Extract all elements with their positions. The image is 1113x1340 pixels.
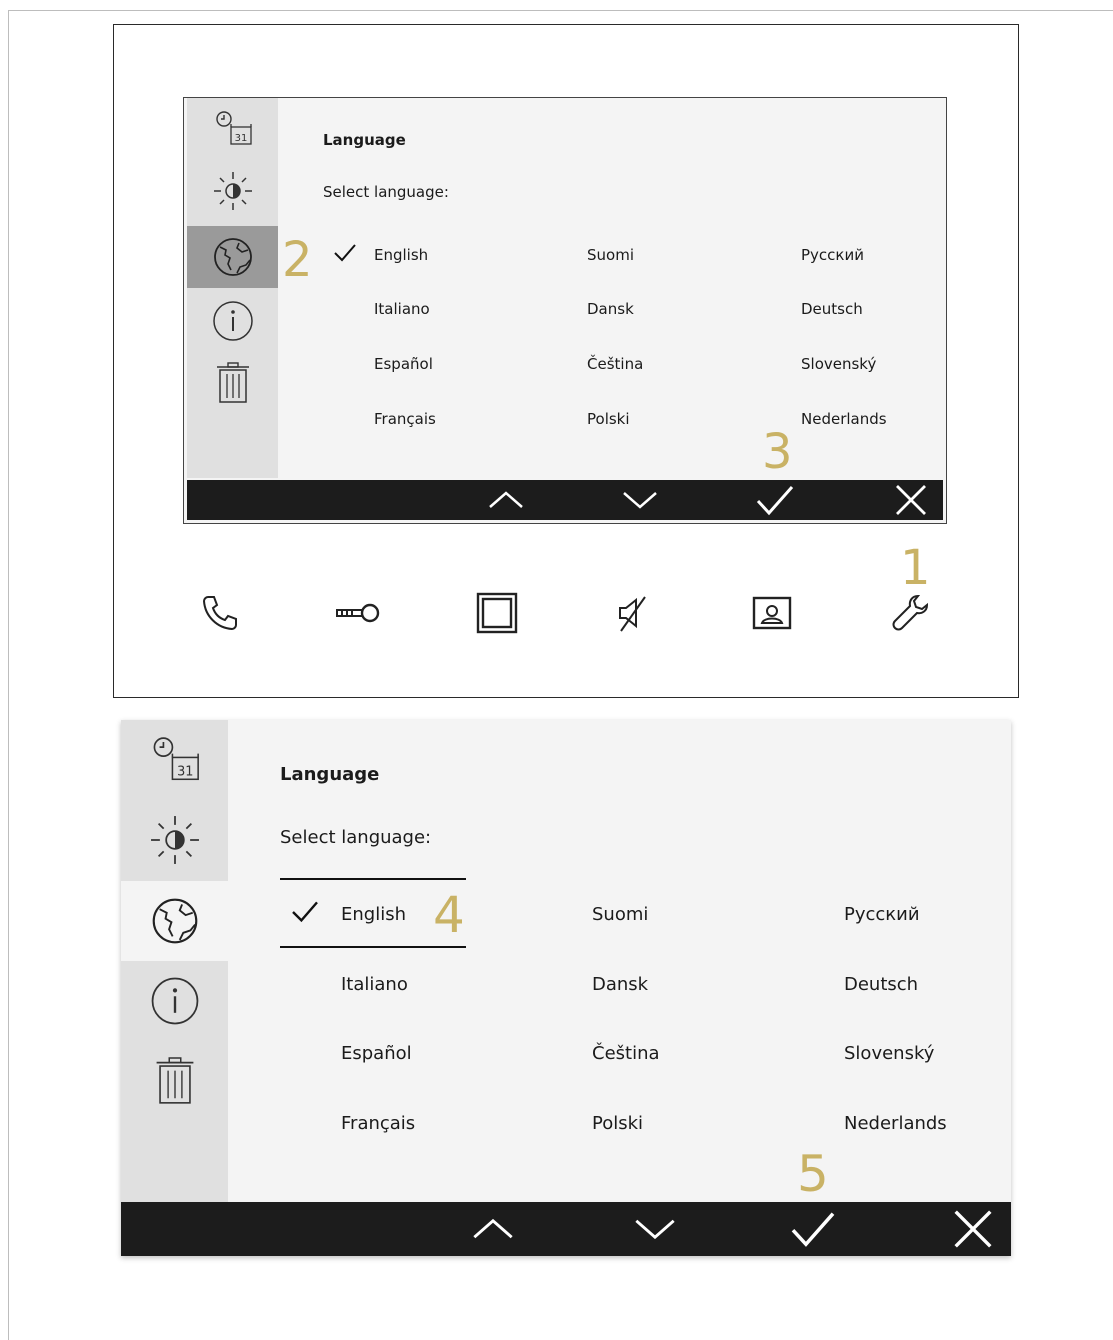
bottom-toolbar: [187, 480, 943, 520]
language-option-deutsch[interactable]: Deutsch: [801, 300, 863, 318]
bottom-toolbar-enlarged: [121, 1202, 1011, 1256]
call-button[interactable]: [195, 590, 245, 636]
mute-icon: [619, 596, 646, 632]
info-icon: [212, 301, 253, 341]
step-marker-1: 1: [900, 540, 931, 596]
confirm-check-icon: [791, 1212, 835, 1247]
close-icon: [954, 1210, 992, 1248]
phone-icon: [202, 596, 237, 631]
settings-sidebar-enlarged: 31: [121, 720, 228, 1202]
scroll-up-button[interactable]: [477, 480, 535, 520]
info-icon: [151, 977, 198, 1025]
language-option-italiano[interactable]: Italiano: [374, 300, 430, 318]
page-title: Language: [323, 131, 406, 149]
settings-sidebar: 31: [187, 98, 278, 478]
language-option-nederlands[interactable]: Nederlands: [801, 410, 887, 428]
language-option-dansk[interactable]: Dansk: [592, 974, 648, 995]
sidebar-item-info[interactable]: [187, 290, 278, 352]
step-marker-2: 2: [282, 232, 313, 288]
chevron-up-icon: [473, 1218, 513, 1239]
sidebar-item-date-time[interactable]: 31: [187, 98, 278, 160]
language-option-italiano[interactable]: Italiano: [341, 974, 408, 995]
language-option-nederlands[interactable]: Nederlands: [844, 1113, 947, 1134]
chevron-up-icon: [489, 491, 523, 508]
clock-calendar-icon: 31: [153, 737, 199, 781]
language-panel-enlarged: Language Select language: English Suomi …: [228, 720, 1011, 1202]
clock-calendar-icon: 31: [215, 111, 252, 145]
language-option-francais[interactable]: Français: [341, 1113, 415, 1134]
language-panel: Language Select language: English Suomi …: [278, 98, 946, 478]
trash-icon: [156, 1057, 193, 1104]
language-option-suomi[interactable]: Suomi: [587, 246, 634, 264]
enlarged-screen: 31 Language Select language: English Suo…: [121, 720, 1011, 1256]
calendar-day-text: 31: [177, 764, 193, 779]
sidebar-item-date-time[interactable]: 31: [121, 720, 228, 800]
trash-icon: [216, 362, 249, 403]
contact-button[interactable]: [747, 590, 797, 636]
settings-button[interactable]: [885, 590, 935, 636]
door-open-button[interactable]: [333, 590, 383, 636]
surveillance-button[interactable]: [472, 590, 522, 636]
sidebar-item-info[interactable]: [121, 961, 228, 1041]
language-option-espanol[interactable]: Español: [341, 1043, 412, 1064]
sidebar-item-brightness[interactable]: [121, 800, 228, 880]
language-option-russian[interactable]: Русский: [844, 904, 920, 925]
close-button[interactable]: [941, 1202, 1005, 1256]
language-option-deutsch[interactable]: Deutsch: [844, 974, 918, 995]
close-icon: [896, 485, 926, 515]
language-option-espanol[interactable]: Español: [374, 355, 433, 373]
language-option-cestina[interactable]: Čeština: [587, 355, 643, 373]
brightness-icon: [213, 172, 252, 210]
language-option-english[interactable]: English: [374, 246, 428, 264]
language-option-suomi[interactable]: Suomi: [592, 904, 648, 925]
scroll-down-button[interactable]: [623, 1202, 687, 1256]
language-option-polski[interactable]: Polski: [592, 1113, 643, 1134]
sidebar-item-language[interactable]: [121, 881, 228, 961]
mute-button[interactable]: [608, 590, 658, 636]
step-marker-5: 5: [797, 1145, 829, 1203]
calendar-day-text: 31: [234, 133, 247, 144]
confirm-check-icon: [756, 486, 794, 516]
sidebar-item-delete[interactable]: [121, 1041, 228, 1121]
step-marker-3: 3: [762, 424, 793, 480]
chevron-down-icon: [623, 492, 657, 509]
language-option-cestina[interactable]: Čeština: [592, 1043, 660, 1064]
confirm-button[interactable]: [746, 480, 804, 520]
language-option-russian[interactable]: Русский: [801, 246, 864, 264]
sidebar-item-language[interactable]: [187, 226, 278, 288]
globe-icon: [152, 898, 197, 944]
step-marker-4: 4: [433, 886, 465, 944]
language-option-dansk[interactable]: Dansk: [587, 300, 634, 318]
selected-check-icon: [334, 244, 356, 262]
key-icon: [336, 603, 380, 623]
globe-icon: [213, 238, 252, 276]
page-title: Language: [280, 764, 380, 785]
chevron-down-icon: [635, 1219, 675, 1240]
camera-contact-icon: [752, 596, 792, 630]
scroll-up-button[interactable]: [461, 1202, 525, 1256]
language-option-francais[interactable]: Français: [374, 410, 436, 428]
sidebar-item-delete[interactable]: [187, 352, 278, 414]
language-option-polski[interactable]: Polski: [587, 410, 630, 428]
close-button[interactable]: [882, 480, 940, 520]
page-subtitle: Select language:: [323, 183, 449, 201]
language-option-english[interactable]: English: [341, 904, 406, 925]
confirm-button[interactable]: [781, 1202, 845, 1256]
brightness-icon: [150, 816, 199, 864]
monitor-icon: [476, 592, 518, 634]
language-option-slovensky[interactable]: Slovenský: [801, 355, 876, 373]
wrench-icon: [892, 594, 929, 631]
selected-check-icon: [292, 901, 318, 923]
language-option-slovensky[interactable]: Slovenský: [844, 1043, 934, 1064]
page-subtitle: Select language:: [280, 827, 432, 848]
scroll-down-button[interactable]: [611, 480, 669, 520]
sidebar-item-brightness[interactable]: [187, 160, 278, 222]
device-screen: 31 Language Select language: English Suo…: [183, 97, 947, 524]
